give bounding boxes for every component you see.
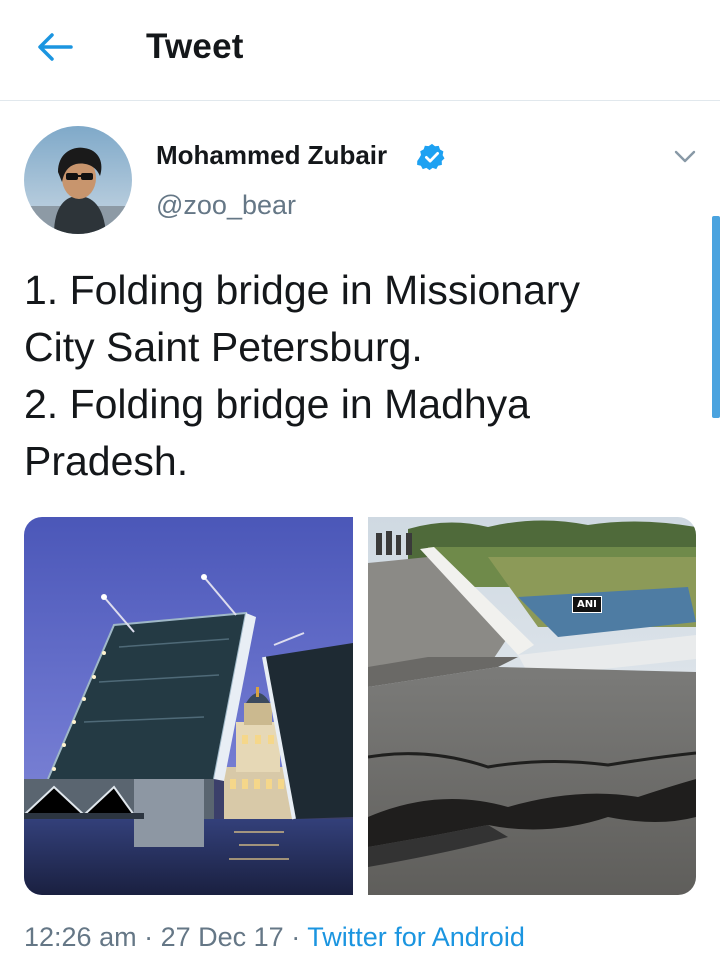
author-name[interactable]: Mohammed Zubair xyxy=(156,140,387,171)
tweet-image-left[interactable] xyxy=(24,517,353,895)
chevron-down-icon xyxy=(674,150,696,163)
scrollbar[interactable] xyxy=(712,216,720,418)
tweet-menu-button[interactable] xyxy=(668,142,702,172)
page-title: Tweet xyxy=(146,27,244,66)
ani-watermark: ANI xyxy=(572,596,602,613)
verified-badge-icon xyxy=(417,143,445,171)
tweet-date: 27 Dec 17 xyxy=(160,922,284,952)
tweet-source-link[interactable]: Twitter for Android xyxy=(307,922,525,952)
meta-separator: · xyxy=(144,922,154,952)
meta-separator: · xyxy=(291,922,301,952)
back-button[interactable] xyxy=(30,24,80,70)
tweet-text: 1. Folding bridge in Missionary City Sai… xyxy=(24,267,581,484)
author-handle[interactable]: @zoo_bear xyxy=(156,190,296,221)
avatar[interactable] xyxy=(24,126,132,234)
back-arrow-icon xyxy=(38,33,73,61)
top-app-bar: Tweet xyxy=(0,0,720,101)
tweet-meta: 12:26 am · 27 Dec 17 · Twitter for Andro… xyxy=(24,922,525,953)
tweet-image-right[interactable]: ANI xyxy=(368,517,696,895)
tweet-time: 12:26 am xyxy=(24,922,137,952)
